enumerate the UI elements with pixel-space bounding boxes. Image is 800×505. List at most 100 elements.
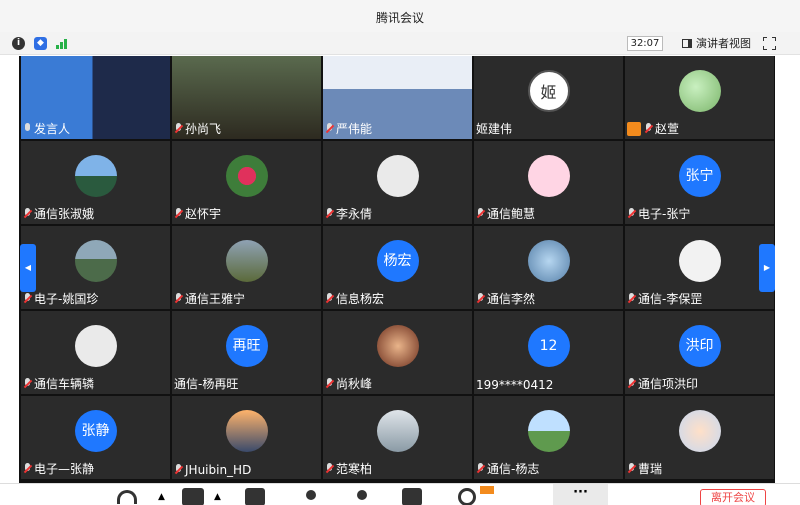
participant-tile[interactable]: 严伟能 xyxy=(323,56,472,139)
avatar-text: 再旺 xyxy=(225,325,268,367)
participant-tile[interactable]: 通信王雅宁 xyxy=(172,226,321,309)
participant-tile[interactable]: 通信车辆辚 xyxy=(21,311,170,394)
participant-tile[interactable]: 赵萱 xyxy=(625,56,774,139)
participant-name-text: 尚秋峰 xyxy=(336,377,373,391)
participant-name: 赵怀宇 xyxy=(174,205,221,222)
participant-tile[interactable]: 杨宏 信息杨宏 xyxy=(323,226,472,309)
participant-name-text: 赵怀宇 xyxy=(185,207,222,221)
headphones-icon[interactable] xyxy=(117,490,137,504)
participant-tile[interactable]: 李永倩 xyxy=(323,141,472,224)
chat-icon[interactable] xyxy=(402,488,422,505)
avatar-photo xyxy=(376,410,419,452)
video-stage: 发言人 孙尚飞 严伟能姬姬建伟 赵萱 通信张淑娥 赵怀宇 李永倩 通信鲍慧 张宁 电子-张宁 电子-… xyxy=(0,56,800,483)
mic-muted-icon xyxy=(644,122,653,135)
more-options-icon[interactable]: ··· xyxy=(553,484,608,505)
window-title: 腾讯会议 xyxy=(375,11,424,25)
participant-name: 通信-杨再旺 xyxy=(174,375,238,392)
participant-name-text: 通信-杨再旺 xyxy=(174,377,239,391)
avatar-photo: 姬 xyxy=(527,70,570,112)
mic-icon xyxy=(23,122,32,135)
participant-name-text: 电子-姚国珍 xyxy=(34,292,99,306)
mic-muted-icon xyxy=(174,122,183,135)
participant-tile[interactable]: 通信鲍慧 xyxy=(474,141,623,224)
mic-muted-icon xyxy=(325,207,334,220)
participant-tile[interactable]: 再旺通信-杨再旺 xyxy=(172,311,321,394)
shield-icon[interactable]: ◆ xyxy=(34,37,47,50)
avatar-text: 12 xyxy=(527,325,570,367)
avatar-photo xyxy=(678,410,721,452)
participant-tile[interactable]: 范寒柏 xyxy=(323,396,472,479)
participant-name-text: 曹瑞 xyxy=(638,462,663,476)
participant-name-text: 李永倩 xyxy=(336,207,373,221)
fullscreen-icon[interactable] xyxy=(763,37,776,50)
user-badge-icon xyxy=(627,121,641,136)
participant-name-text: 赵萱 xyxy=(655,122,680,136)
participant-tile[interactable]: 张宁 电子-张宁 xyxy=(625,141,774,224)
mic-muted-icon xyxy=(627,377,636,390)
mic-muted-icon xyxy=(325,377,334,390)
speaker-view-button[interactable]: 演讲者视图 xyxy=(682,36,751,51)
participant-name-text: 姬建伟 xyxy=(476,122,513,136)
participant-name-text: 信息杨宏 xyxy=(336,292,385,306)
signal-icon[interactable] xyxy=(55,37,68,50)
participant-tile[interactable]: 姬姬建伟 xyxy=(474,56,623,139)
participant-name: 通信王雅宁 xyxy=(174,290,245,307)
participant-tile[interactable]: 赵怀宇 xyxy=(172,141,321,224)
participant-tile[interactable]: JHuibin_HD xyxy=(172,396,321,479)
participant-name: 通信鲍慧 xyxy=(476,205,535,222)
record-icon[interactable] xyxy=(458,488,476,505)
participant-tile[interactable]: 尚秋峰 xyxy=(323,311,472,394)
participant-name-text: 范寒柏 xyxy=(336,462,373,476)
share-screen-icon[interactable] xyxy=(245,488,265,505)
avatar-photo xyxy=(527,240,570,282)
participant-tile[interactable]: 孙尚飞 xyxy=(172,56,321,139)
next-page-button[interactable]: ▶ xyxy=(759,244,775,292)
participant-name: 尚秋峰 xyxy=(325,375,372,392)
participant-name: 电子—张静 xyxy=(23,460,94,477)
participant-name: 电子-张宁 xyxy=(627,205,690,222)
audio-menu-caret-icon[interactable]: ▲ xyxy=(158,492,178,505)
participant-name-text: 通信张淑娥 xyxy=(34,207,95,221)
participant-tile[interactable]: 12 199****0412 xyxy=(474,311,623,394)
participant-name: 信息杨宏 xyxy=(325,290,384,307)
participant-name: 通信张淑娥 xyxy=(23,205,94,222)
participant-tile[interactable]: 曹瑞 xyxy=(625,396,774,479)
participant-name-text: 199****0412 xyxy=(476,378,554,392)
members-icon[interactable] xyxy=(353,488,373,505)
camera-off-icon[interactable] xyxy=(182,488,204,505)
avatar-photo xyxy=(74,240,117,282)
participant-name: 通信项洪印 xyxy=(627,375,698,392)
participant-tile[interactable]: 通信-李保罡 xyxy=(625,226,774,309)
mic-muted-icon xyxy=(627,462,636,475)
participant-tile[interactable]: 发言人 xyxy=(21,56,170,139)
new-badge-icon xyxy=(480,486,494,494)
invite-icon[interactable] xyxy=(302,488,322,505)
video-menu-caret-icon[interactable]: ▲ xyxy=(214,492,234,505)
title-bar: 腾讯会议 xyxy=(0,0,800,32)
mic-muted-icon xyxy=(627,292,636,305)
participant-name-text: 通信车辆辚 xyxy=(34,377,95,391)
participant-tile[interactable]: 洪印 通信项洪印 xyxy=(625,311,774,394)
participant-tile[interactable]: 通信李然 xyxy=(474,226,623,309)
avatar-photo xyxy=(376,325,419,367)
participant-name-text: 孙尚飞 xyxy=(185,122,222,136)
participant-name-text: 电子—张静 xyxy=(34,462,95,476)
participant-tile[interactable]: 张静 电子—张静 xyxy=(21,396,170,479)
participant-tile[interactable]: 通信-杨志 xyxy=(474,396,623,479)
avatar-photo xyxy=(225,155,268,197)
leave-meeting-button[interactable]: 离开会议 xyxy=(700,489,766,505)
mic-muted-icon xyxy=(174,464,183,476)
mic-muted-icon xyxy=(23,292,32,305)
speaker-view-icon xyxy=(682,39,692,48)
info-icon[interactable]: i xyxy=(12,37,25,50)
participant-tile[interactable]: 电子-姚国珍 xyxy=(21,226,170,309)
participant-name-text: 通信鲍慧 xyxy=(487,207,536,221)
participant-tile[interactable]: 通信张淑娥 xyxy=(21,141,170,224)
participant-name-text: 通信项洪印 xyxy=(638,377,699,391)
mic-muted-icon xyxy=(325,462,334,475)
avatar-photo xyxy=(678,240,721,282)
mic-muted-icon xyxy=(476,292,485,305)
meeting-info-bar: i ◆ 32:07 演讲者视图 xyxy=(0,32,800,55)
meeting-timer: 32:07 xyxy=(627,36,663,51)
previous-page-button[interactable]: ◀ xyxy=(20,244,36,292)
